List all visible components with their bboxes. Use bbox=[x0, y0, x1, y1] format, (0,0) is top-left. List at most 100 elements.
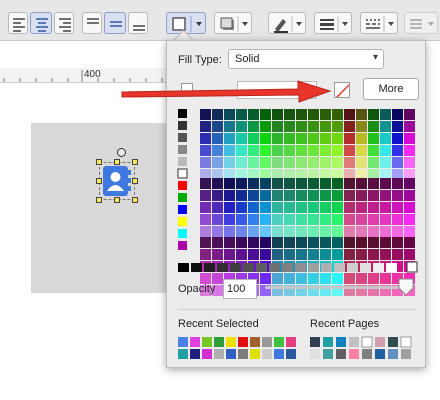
palette-swatch[interactable] bbox=[404, 226, 415, 237]
palette-swatch[interactable] bbox=[356, 133, 367, 144]
palette-swatch[interactable] bbox=[392, 190, 403, 201]
palette-swatch[interactable] bbox=[368, 249, 379, 260]
palette-swatch[interactable] bbox=[344, 237, 355, 248]
palette-swatch[interactable] bbox=[308, 263, 319, 272]
palette-swatch[interactable] bbox=[380, 178, 391, 189]
palette-swatch[interactable] bbox=[380, 121, 391, 132]
recent-selected-swatch[interactable] bbox=[238, 337, 248, 347]
palette-swatch[interactable] bbox=[392, 202, 403, 213]
palette-swatch[interactable] bbox=[212, 237, 223, 248]
palette-swatch[interactable] bbox=[212, 121, 223, 132]
palette-swatch[interactable] bbox=[296, 214, 307, 225]
palette-swatch[interactable] bbox=[212, 157, 223, 168]
palette-swatch[interactable] bbox=[404, 109, 415, 120]
palette-swatch[interactable] bbox=[178, 133, 187, 142]
palette-swatch[interactable] bbox=[200, 249, 211, 260]
palette-swatch[interactable] bbox=[320, 145, 331, 156]
palette-swatch[interactable] bbox=[296, 249, 307, 260]
palette-swatch[interactable] bbox=[236, 133, 247, 144]
shadow-button[interactable] bbox=[214, 12, 252, 34]
recent-page-swatch[interactable] bbox=[349, 337, 359, 347]
palette-swatch[interactable] bbox=[368, 178, 379, 189]
palette-swatch[interactable] bbox=[380, 214, 391, 225]
palette-swatch[interactable] bbox=[272, 157, 283, 168]
recent-page-swatch[interactable] bbox=[401, 349, 411, 359]
recent-page-swatch[interactable] bbox=[400, 336, 412, 348]
palette-swatch[interactable] bbox=[356, 145, 367, 156]
palette-swatch[interactable] bbox=[212, 178, 223, 189]
resize-handle[interactable] bbox=[96, 197, 102, 203]
palette-swatch[interactable] bbox=[178, 193, 187, 202]
palette-swatch[interactable] bbox=[356, 202, 367, 213]
palette-swatch[interactable] bbox=[248, 121, 259, 132]
palette-swatch[interactable] bbox=[380, 145, 391, 156]
palette-swatch[interactable] bbox=[248, 214, 259, 225]
palette-swatch[interactable] bbox=[320, 237, 331, 248]
palette-swatch[interactable] bbox=[380, 226, 391, 237]
palette-swatch[interactable] bbox=[260, 190, 271, 201]
palette-swatch[interactable] bbox=[272, 133, 283, 144]
palette-swatch[interactable] bbox=[284, 273, 295, 284]
palette-swatch[interactable] bbox=[200, 237, 211, 248]
palette-swatch[interactable] bbox=[392, 121, 403, 132]
palette-swatch[interactable] bbox=[344, 145, 355, 156]
recent-selected-swatch[interactable] bbox=[250, 349, 260, 359]
recent-page-swatch[interactable] bbox=[336, 349, 346, 359]
palette-swatch[interactable] bbox=[373, 263, 384, 272]
palette-swatch[interactable] bbox=[321, 263, 332, 272]
palette-swatch[interactable] bbox=[236, 109, 247, 120]
more-format-button[interactable] bbox=[404, 12, 438, 34]
palette-swatch[interactable] bbox=[320, 226, 331, 237]
palette-swatch[interactable] bbox=[344, 133, 355, 144]
palette-swatch[interactable] bbox=[224, 237, 235, 248]
palette-swatch[interactable] bbox=[332, 178, 343, 189]
palette-swatch[interactable] bbox=[248, 157, 259, 168]
palette-swatch[interactable] bbox=[368, 226, 379, 237]
palette-swatch[interactable] bbox=[260, 145, 271, 156]
palette-swatch[interactable] bbox=[212, 226, 223, 237]
palette-swatch[interactable] bbox=[248, 237, 259, 248]
palette-swatch[interactable] bbox=[260, 157, 271, 168]
palette-swatch[interactable] bbox=[380, 202, 391, 213]
palette-swatch[interactable] bbox=[392, 133, 403, 144]
palette-swatch[interactable] bbox=[200, 202, 211, 213]
palette-swatch[interactable] bbox=[356, 226, 367, 237]
palette-swatch[interactable] bbox=[248, 226, 259, 237]
palette-swatch[interactable] bbox=[344, 214, 355, 225]
palette-swatch[interactable] bbox=[320, 249, 331, 260]
palette-swatch[interactable] bbox=[178, 109, 187, 118]
palette-swatch[interactable] bbox=[344, 249, 355, 260]
palette-swatch[interactable] bbox=[344, 190, 355, 201]
palette-swatch[interactable] bbox=[320, 178, 331, 189]
valign-top-button[interactable] bbox=[82, 12, 102, 34]
palette-swatch[interactable] bbox=[200, 214, 211, 225]
palette-swatch[interactable] bbox=[344, 109, 355, 120]
palette-swatch[interactable] bbox=[284, 121, 295, 132]
line-style-button[interactable] bbox=[360, 12, 398, 34]
palette-swatch[interactable] bbox=[320, 190, 331, 201]
palette-swatch[interactable] bbox=[380, 190, 391, 201]
palette-swatch[interactable] bbox=[296, 237, 307, 248]
palette-swatch[interactable] bbox=[217, 263, 228, 272]
palette-swatch[interactable] bbox=[224, 145, 235, 156]
palette-swatch[interactable] bbox=[212, 202, 223, 213]
palette-swatch[interactable] bbox=[296, 157, 307, 168]
palette-swatch[interactable] bbox=[360, 263, 371, 272]
palette-swatch[interactable] bbox=[272, 226, 283, 237]
recent-page-swatch[interactable] bbox=[375, 349, 385, 359]
palette-swatch[interactable] bbox=[320, 214, 331, 225]
palette-swatch[interactable] bbox=[191, 263, 202, 272]
palette-swatch[interactable] bbox=[260, 109, 271, 120]
palette-swatch[interactable] bbox=[284, 157, 295, 168]
palette-swatch[interactable] bbox=[236, 226, 247, 237]
recent-page-swatch[interactable] bbox=[323, 349, 333, 359]
palette-swatch[interactable] bbox=[272, 190, 283, 201]
palette-swatch[interactable] bbox=[248, 249, 259, 260]
palette-swatch[interactable] bbox=[236, 190, 247, 201]
palette-swatch[interactable] bbox=[356, 178, 367, 189]
palette-swatch[interactable] bbox=[368, 133, 379, 144]
palette-swatch[interactable] bbox=[230, 263, 241, 272]
palette-swatch[interactable] bbox=[308, 226, 319, 237]
palette-swatch[interactable] bbox=[332, 237, 343, 248]
palette-swatch[interactable] bbox=[224, 202, 235, 213]
